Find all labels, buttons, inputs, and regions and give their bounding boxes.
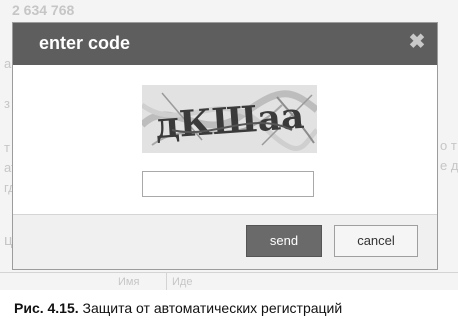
bg-fragment: е д (440, 158, 458, 173)
bg-divider (0, 272, 458, 273)
bg-fragment: а (4, 56, 12, 71)
bg-fragment: т (4, 140, 10, 155)
dialog-footer: send cancel (13, 214, 437, 269)
send-button[interactable]: send (246, 225, 322, 257)
bg-divider (166, 272, 167, 290)
caption-text: Защита от автоматических регистраций (78, 300, 343, 316)
caption-number: Рис. 4.15. (14, 300, 79, 316)
close-icon[interactable]: ✖ (407, 32, 427, 52)
captcha-dialog: enter code ✖ дКШаа send cancel (12, 22, 438, 270)
captcha-image: дКШаа (139, 85, 320, 153)
bg-counter: 2 634 768 (12, 2, 75, 18)
dialog-title: enter code (39, 33, 131, 53)
bg-fragment: з (4, 96, 10, 111)
bg-fragment: о т (440, 138, 457, 153)
bg-column-header: Иде (172, 276, 193, 288)
code-input[interactable] (142, 171, 314, 197)
bg-column-header: Имя (118, 276, 140, 288)
figure-caption: Рис. 4.15. Защита от автоматических реги… (14, 300, 342, 316)
dialog-titlebar: enter code ✖ (13, 23, 437, 65)
cancel-button[interactable]: cancel (334, 225, 418, 257)
